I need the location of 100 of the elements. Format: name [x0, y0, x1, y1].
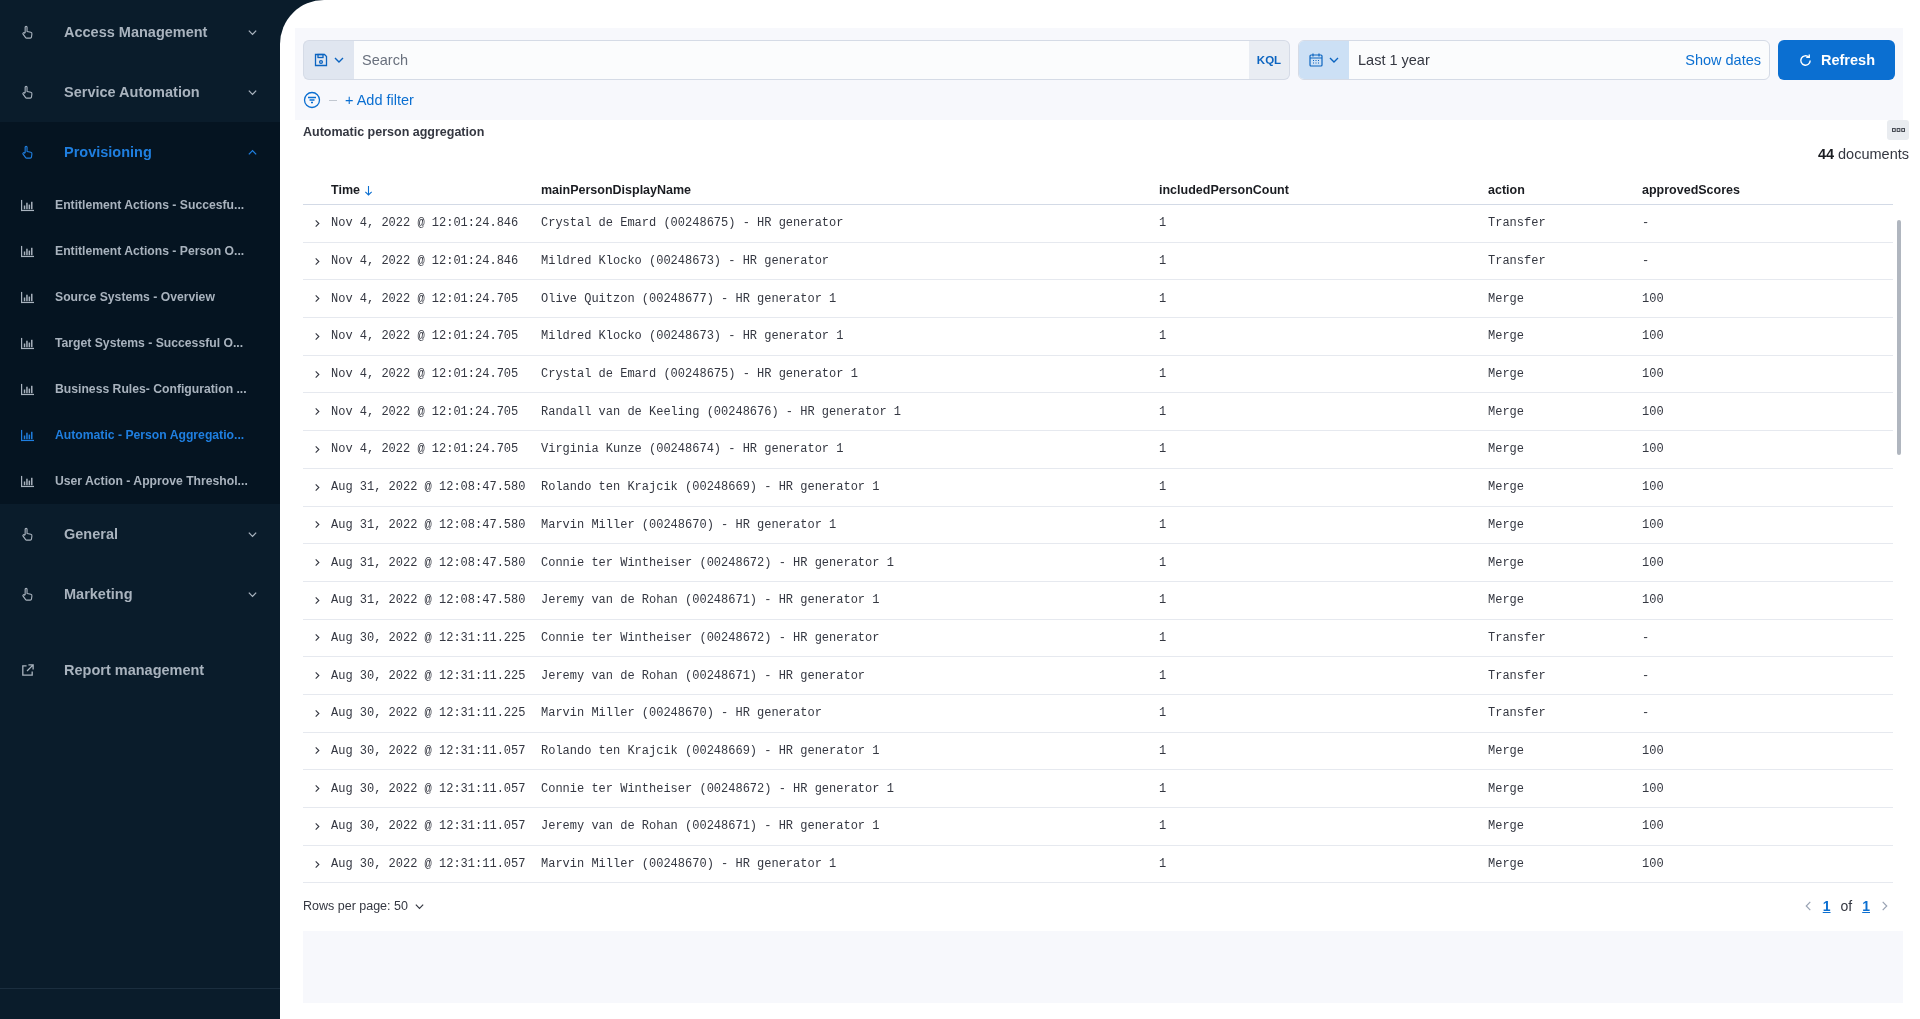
table-cell-text: Virginia Kunze (00248674) - HR generator 1 [541, 442, 845, 457]
table-cell-text: Aug 30, 2022 @ 12:31:11.057 [331, 857, 527, 872]
time-range-text[interactable]: Last 1 year [1349, 52, 1686, 68]
scrollbar[interactable] [1897, 220, 1901, 455]
table-cell-text: 1 [1159, 781, 1168, 796]
refresh-button[interactable]: Refresh [1778, 40, 1895, 80]
add-filter-link[interactable]: + Add filter [345, 92, 414, 108]
column-header[interactable]: approvedScores [1642, 183, 1893, 197]
previous-page-icon[interactable] [1803, 900, 1813, 913]
table-cell-text: 1 [1159, 254, 1168, 269]
table-cell-text: Nov 4, 2022 @ 12:01:24.846 [331, 216, 520, 231]
pointing-hand-icon [20, 526, 35, 542]
sidebar-subitem[interactable]: Entitlement Actions - Person O... [0, 228, 280, 274]
next-page-icon[interactable] [1880, 900, 1889, 913]
table-cell-text: 1 [1159, 291, 1168, 306]
sidebar-item[interactable]: Service Automation [0, 62, 280, 122]
dots-icon [1891, 128, 1905, 132]
table-cell-text: Aug 31, 2022 @ 12:08:47.580 [331, 517, 527, 532]
table-cell-text: Crystal de Emard (00248675) - HR generator 1 [541, 367, 859, 382]
sidebar-subitem[interactable]: Entitlement Actions - Succesfu... [0, 182, 280, 228]
table-cell-text: Transfer [1488, 216, 1547, 231]
table-cell-text: Aug 31, 2022 @ 12:08:47.580 [331, 480, 527, 495]
table-cell-text: 100 [1642, 291, 1665, 306]
column-header[interactable]: action [1488, 183, 1642, 197]
table-cell-text: 100 [1642, 367, 1665, 382]
sidebar-subitem[interactable]: Automatic - Person Aggregatio... [0, 412, 280, 458]
table-cell-text: Nov 4, 2022 @ 12:01:24.705 [331, 404, 520, 419]
sidebar-item[interactable]: Access Management [0, 2, 280, 62]
table-cell-text: 100 [1642, 781, 1665, 796]
filter-icon[interactable] [303, 91, 321, 109]
page-link[interactable]: 1 [1822, 898, 1831, 915]
table-cell-text: Aug 30, 2022 @ 12:31:11.057 [331, 743, 527, 758]
table-cell-text: - [1642, 668, 1651, 683]
table-cell-text: Nov 4, 2022 @ 12:01:24.705 [331, 291, 520, 306]
table-cell-text: 1 [1159, 480, 1168, 495]
table-cell-text: 1 [1159, 442, 1168, 457]
table-cell-text: Aug 30, 2022 @ 12:31:11.057 [331, 819, 527, 834]
table-cell-text: 100 [1642, 819, 1665, 834]
bar-chart-icon [20, 290, 35, 304]
table-cell-text: 100 [1642, 593, 1665, 608]
table-cell-text: Nov 4, 2022 @ 12:01:24.705 [331, 329, 520, 344]
sidebar-subitem[interactable]: Business Rules- Configuration ... [0, 366, 280, 412]
table-cell-text: 100 [1642, 857, 1665, 872]
column-header[interactable]: Time [331, 183, 541, 197]
table-cell-text: 100 [1642, 404, 1665, 419]
table-cell-text: Aug 30, 2022 @ 12:31:11.057 [331, 781, 527, 796]
table-cell-text: 1 [1159, 216, 1168, 231]
table-cell-text: 1 [1159, 706, 1168, 721]
bar-chart-icon [20, 336, 35, 350]
table-cell-text: Merge [1488, 743, 1525, 758]
date-picker-button[interactable] [1299, 41, 1349, 79]
table-cell-text: Aug 31, 2022 @ 12:08:47.580 [331, 593, 527, 608]
page-total-link[interactable]: 1 [1862, 898, 1870, 915]
bar-chart-icon [20, 244, 35, 258]
table-cell-text: Transfer [1488, 706, 1547, 721]
sidebar-subitem[interactable]: Target Systems - Successful O... [0, 320, 280, 366]
table-cell-text: Nov 4, 2022 @ 12:01:24.846 [331, 254, 520, 269]
bar-chart-icon [20, 474, 35, 488]
table-cell-text: Rolando ten Krajcik (00248669) - HR generator 1 [541, 743, 881, 758]
pointing-hand-icon [20, 144, 35, 160]
search-field[interactable]: Search [354, 40, 1249, 80]
table-cell-text: Marvin Miller (00248670) - HR generator [541, 706, 823, 721]
table-cell-text: Merge [1488, 367, 1525, 382]
options-button[interactable] [1887, 120, 1909, 140]
show-dates-link[interactable]: Show dates [1685, 52, 1769, 68]
column-header[interactable]: includedPersonCount [1159, 183, 1488, 197]
sidebar-subitem[interactable]: User Action - Approve Threshol... [0, 458, 280, 504]
table-cell-text: Rolando ten Krajcik (00248669) - HR generator 1 [541, 480, 881, 495]
table-cell-text: Jeremy van de Rohan (00248671) - HR generator [541, 668, 867, 683]
table-cell-text: - [1642, 630, 1651, 645]
table-cell-text: Merge [1488, 480, 1525, 495]
sidebar-item[interactable]: Report management [0, 640, 280, 700]
sidebar-subitem[interactable]: Source Systems - Overview [0, 274, 280, 320]
table-cell-text: 100 [1642, 743, 1665, 758]
table-cell-text: - [1642, 254, 1651, 269]
table-cell-text: Transfer [1488, 630, 1547, 645]
bar-chart-icon [20, 198, 35, 212]
table-cell-text: 1 [1159, 555, 1168, 570]
table-cell-text: Aug 30, 2022 @ 12:31:11.225 [331, 630, 527, 645]
query-language-button[interactable]: KQL [1249, 40, 1290, 80]
table-cell-text: - [1642, 706, 1651, 721]
table-cell-text: Merge [1488, 404, 1525, 419]
table-cell-text: Merge [1488, 291, 1525, 306]
panel-title: Automatic person aggregation [303, 125, 485, 139]
table-cell-text: 100 [1642, 517, 1665, 532]
column-header[interactable]: mainPersonDisplayName [541, 183, 1159, 197]
rows-per-page-button[interactable]: Rows per page: 50 [303, 899, 425, 914]
sidebar-item[interactable]: Marketing [0, 564, 280, 624]
external-link-icon [20, 662, 35, 678]
table-cell-text: Randall van de Keeling (00248676) - HR generator 1 [541, 404, 903, 419]
refresh-icon [1798, 52, 1813, 68]
table-cell-text: Marvin Miller (00248670) - HR generator 1 [541, 857, 838, 872]
saved-query-button[interactable] [303, 40, 354, 80]
sidebar-item[interactable]: Provisioning [0, 122, 280, 182]
table-cell-text: 1 [1159, 857, 1168, 872]
table-cell-text: Merge [1488, 857, 1525, 872]
table-cell-text: 1 [1159, 367, 1168, 382]
table-cell-text: 1 [1159, 593, 1168, 608]
table-cell-text: Aug 30, 2022 @ 12:31:11.225 [331, 668, 527, 683]
sidebar-item[interactable]: General [0, 504, 280, 564]
